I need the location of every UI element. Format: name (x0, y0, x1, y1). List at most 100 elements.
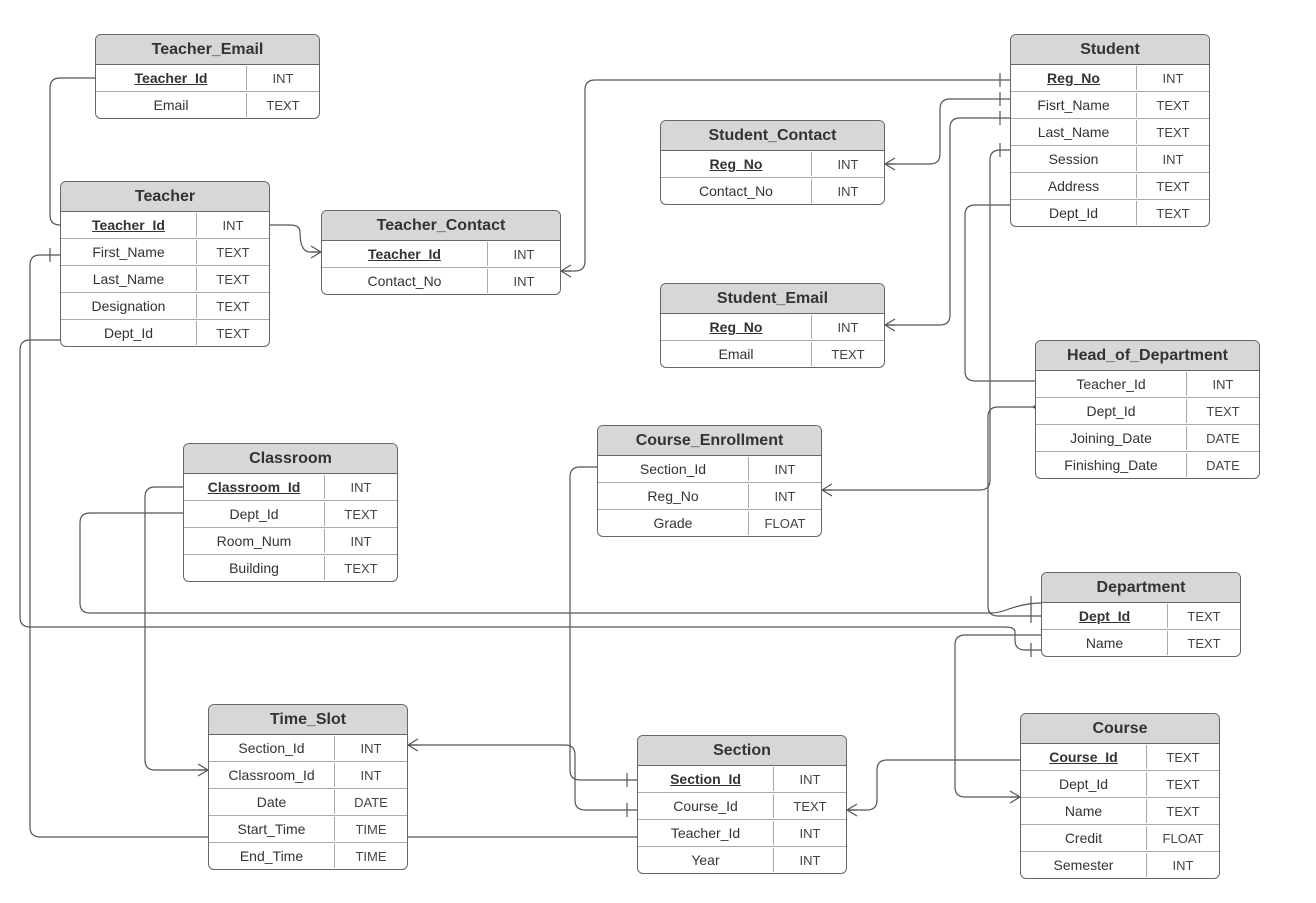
column-type: INT (335, 737, 407, 760)
column-name-pk: Teacher_Id (96, 66, 247, 90)
column-name-pk: Reg_No (1011, 66, 1137, 90)
column-name: Dept_Id (184, 502, 325, 526)
column-type: TEXT (1137, 202, 1209, 225)
entity-student[interactable]: StudentReg_NoINTFisrt_NameTEXTLast_NameT… (1010, 34, 1210, 227)
relationship-connector (885, 118, 1010, 325)
column-name: Section_Id (209, 736, 335, 760)
column-row: Reg_NoINT (661, 314, 884, 341)
column-row: Teacher_IdINT (61, 212, 269, 239)
crowfoot-icon (1010, 791, 1020, 803)
entity-course[interactable]: CourseCourse_IdTEXTDept_IdTEXTNameTEXTCr… (1020, 713, 1220, 879)
column-type: TEXT (197, 268, 269, 291)
entity-title: Head_of_Department (1036, 341, 1259, 371)
column-name: Email (661, 342, 812, 366)
entity-classroom[interactable]: ClassroomClassroom_IdINTDept_IdTEXTRoom_… (183, 443, 398, 582)
column-name: Email (96, 93, 247, 117)
column-name: First_Name (61, 240, 197, 264)
column-name: End_Time (209, 844, 335, 868)
column-name: Date (209, 790, 335, 814)
crowfoot-icon (822, 484, 832, 496)
column-type: INT (774, 768, 846, 791)
column-name: Last_Name (61, 267, 197, 291)
column-type: INT (774, 822, 846, 845)
column-name-pk: Dept_Id (1042, 604, 1168, 628)
column-name: Last_Name (1011, 120, 1137, 144)
entity-student_contact[interactable]: Student_ContactReg_NoINTContact_NoINT (660, 120, 885, 205)
column-row: Teacher_IdINT (638, 820, 846, 847)
column-row: BuildingTEXT (184, 555, 397, 581)
column-type: INT (325, 530, 397, 553)
entity-teacher[interactable]: TeacherTeacher_IdINTFirst_NameTEXTLast_N… (60, 181, 270, 347)
column-row: Section_IdINT (209, 735, 407, 762)
entity-head_of_department[interactable]: Head_of_DepartmentTeacher_IdINTDept_IdTE… (1035, 340, 1260, 479)
column-row: Classroom_IdINT (209, 762, 407, 789)
column-row: SessionINT (1011, 146, 1209, 173)
column-type: TEXT (247, 94, 319, 117)
column-type: TIME (335, 818, 407, 841)
column-name: Teacher_Id (638, 821, 774, 845)
entity-title: Teacher_Email (96, 35, 319, 65)
entity-time_slot[interactable]: Time_SlotSection_IdINTClassroom_IdINTDat… (208, 704, 408, 870)
entity-title: Student_Contact (661, 121, 884, 151)
column-type: TIME (335, 845, 407, 868)
column-name: Grade (598, 511, 749, 535)
column-name: Room_Num (184, 529, 325, 553)
column-type: TEXT (774, 795, 846, 818)
entity-title: Student (1011, 35, 1209, 65)
column-row: Teacher_IdINT (1036, 371, 1259, 398)
column-name: Joining_Date (1036, 426, 1187, 450)
column-name: Start_Time (209, 817, 335, 841)
column-row: Reg_NoINT (598, 483, 821, 510)
entity-title: Teacher_Contact (322, 211, 560, 241)
column-row: NameTEXT (1021, 798, 1219, 825)
crowfoot-icon (198, 764, 208, 776)
column-type: INT (812, 153, 884, 176)
column-type: TEXT (1168, 632, 1240, 655)
entity-title: Department (1042, 573, 1240, 603)
column-row: Reg_NoINT (1011, 65, 1209, 92)
column-type: FLOAT (1147, 827, 1219, 850)
column-type: FLOAT (749, 512, 821, 535)
column-type: INT (749, 485, 821, 508)
column-row: GradeFLOAT (598, 510, 821, 536)
column-row: Finishing_DateDATE (1036, 452, 1259, 478)
column-row: EmailTEXT (96, 92, 319, 118)
column-type: INT (335, 764, 407, 787)
column-type: INT (197, 214, 269, 237)
column-row: NameTEXT (1042, 630, 1240, 656)
relationship-connector (270, 225, 321, 252)
column-name: Finishing_Date (1036, 453, 1187, 477)
column-type: TEXT (197, 322, 269, 345)
entity-section[interactable]: SectionSection_IdINTCourse_IdTEXTTeacher… (637, 735, 847, 874)
column-name: Designation (61, 294, 197, 318)
entity-course_enrollment[interactable]: Course_EnrollmentSection_IdINTReg_NoINTG… (597, 425, 822, 537)
entity-title: Teacher (61, 182, 269, 212)
entity-teacher_contact[interactable]: Teacher_ContactTeacher_IdINTContact_NoIN… (321, 210, 561, 295)
crowfoot-icon (408, 739, 418, 751)
column-row: Course_IdTEXT (1021, 744, 1219, 771)
column-name: Session (1011, 147, 1137, 171)
column-row: SemesterINT (1021, 852, 1219, 878)
column-type: INT (325, 476, 397, 499)
column-row: Dept_IdTEXT (1021, 771, 1219, 798)
column-name-pk: Teacher_Id (61, 213, 197, 237)
relationship-connector (847, 760, 1020, 810)
entity-department[interactable]: DepartmentDept_IdTEXTNameTEXT (1041, 572, 1241, 657)
column-name: Dept_Id (61, 321, 197, 345)
column-row: Course_IdTEXT (638, 793, 846, 820)
column-type: INT (488, 243, 560, 266)
column-row: Teacher_IdINT (322, 241, 560, 268)
column-type: INT (812, 180, 884, 203)
column-row: Dept_IdTEXT (1011, 200, 1209, 226)
column-row: Dept_IdTEXT (1036, 398, 1259, 425)
entity-student_email[interactable]: Student_EmailReg_NoINTEmailTEXT (660, 283, 885, 368)
crowfoot-icon (885, 158, 895, 170)
column-name: Classroom_Id (209, 763, 335, 787)
entity-teacher_email[interactable]: Teacher_EmailTeacher_IdINTEmailTEXT (95, 34, 320, 119)
er-diagram-canvas: Teacher_EmailTeacher_IdINTEmailTEXTTeach… (0, 0, 1316, 903)
crowfoot-icon (847, 804, 857, 816)
column-type: TEXT (812, 343, 884, 366)
column-row: End_TimeTIME (209, 843, 407, 869)
column-row: DateDATE (209, 789, 407, 816)
relationship-connector (408, 745, 637, 810)
